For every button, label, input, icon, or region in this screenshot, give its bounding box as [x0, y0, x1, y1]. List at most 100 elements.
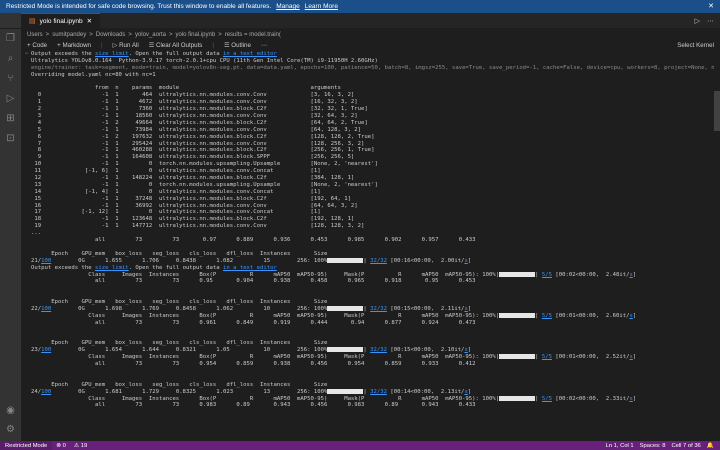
breadcrumb-item[interactable]: Users: [27, 32, 43, 38]
epoch-stats: 0G 1.698 1.769 0.8458 1.062 10 256: 100%: [51, 305, 328, 312]
epoch-stats: 0G 1.654 1.644 0.8321 1.05 10 256: 100%: [51, 347, 328, 354]
model-layer-row: 5 -1 1 73984 ultralytics.nn.modules.conv…: [31, 126, 362, 133]
model-layer-row: 14 [-1, 4] 1 0 ultralytics.nn.modules.co…: [31, 188, 321, 195]
clear-outputs-button[interactable]: ☰ Clear All Outputs: [149, 42, 203, 49]
validation-header: Class Images Instances Box(P R mAP50 mAP…: [31, 271, 637, 278]
open-in-editor-link[interactable]: in a text editor: [223, 265, 277, 271]
epoch-total-link[interactable]: 100: [41, 389, 51, 395]
iterations-link[interactable]: 32/32: [370, 306, 387, 312]
breadcrumb-separator: >: [218, 31, 222, 38]
unit-link[interactable]: s: [464, 306, 467, 312]
epoch-total-link[interactable]: 100: [41, 258, 51, 264]
progress-bar: [499, 312, 536, 318]
bell-icon[interactable]: 🔔: [707, 443, 714, 449]
val-time: [00:02<00:00, 2.33it/: [551, 395, 630, 402]
val-time: [00:01<00:00, 2.52it/: [551, 354, 630, 361]
model-layer-row: 12 -1 1 148224 ultralytics.nn.modules.bl…: [31, 175, 355, 182]
size-limit-link[interactable]: size limit: [95, 265, 129, 271]
epoch-header: Epoch GPU_mem box_loss seg_loss cls_loss…: [31, 299, 328, 306]
validation-all-row: all 73 73 0.983 0.89 0.943 0.456 0.983 0…: [31, 402, 476, 409]
validation-all-row: all 73 73 0.95 0.904 0.938 0.458 0.965 0…: [31, 278, 476, 285]
activity-bar: ❐ ⌕ ⑂ ▷ ⊞ ⊡ ◉ ⚙: [0, 29, 21, 441]
epoch-progress-row: 24/100 0G 1.681 1.729 0.8325 1.023 13 25…: [31, 388, 472, 395]
unit-link[interactable]: s: [629, 272, 632, 278]
open-in-editor-link[interactable]: in a text editor: [223, 51, 277, 57]
epoch-total-link[interactable]: 100: [41, 306, 51, 312]
iterations-link[interactable]: 32/32: [370, 389, 387, 395]
more-icon[interactable]: ⋯: [707, 17, 714, 25]
model-layer-row: 17 [-1, 12] 1 0 ultralytics.nn.modules.c…: [31, 209, 321, 216]
notebook-icon: ▤: [29, 18, 36, 25]
errors-count[interactable]: ⊗ 0: [52, 443, 70, 449]
val-iterations-link[interactable]: 5/5: [542, 313, 552, 319]
unit-link[interactable]: s: [464, 258, 467, 264]
breadcrumb-item[interactable]: Downloads: [96, 32, 126, 38]
indentation[interactable]: Spaces: 8: [640, 443, 666, 449]
model-layer-row: 1 -1 1 4672 ultralytics.nn.modules.conv.…: [31, 99, 358, 106]
epoch-total-link[interactable]: 100: [41, 347, 51, 353]
collapse-icon[interactable]: ⋯: [25, 51, 28, 58]
breadcrumb-separator: >: [168, 31, 173, 38]
val-iterations-link[interactable]: 5/5: [542, 272, 552, 278]
run-all-button[interactable]: ▷ Run All: [113, 42, 139, 49]
output-scrollbar[interactable]: [714, 51, 720, 441]
editor-tab-bar: ▤ yolo final.ipynb ✕ ▷ ⋯: [0, 13, 720, 29]
close-icon[interactable]: ✕: [708, 2, 714, 10]
epoch-header: Epoch GPU_mem box_loss seg_loss cls_loss…: [31, 381, 328, 388]
close-icon[interactable]: ✕: [87, 17, 92, 25]
search-icon[interactable]: ⌕: [8, 53, 14, 64]
unit-link[interactable]: s: [464, 347, 467, 353]
iterations-link[interactable]: 32/32: [370, 258, 387, 264]
breadcrumb: Users > sumitpandey > Downloads > yolov_aor…: [21, 29, 720, 40]
breadcrumb-item[interactable]: yolov_aorta: [135, 32, 166, 38]
unit-link[interactable]: s: [629, 354, 632, 360]
source-control-icon[interactable]: ⑂: [8, 73, 14, 84]
add-code-button[interactable]: + Code: [27, 42, 47, 49]
unit-link[interactable]: s: [464, 389, 467, 395]
model-layer-row: 19 -1 1 147712 ultralytics.nn.modules.co…: [31, 223, 365, 230]
run-icon[interactable]: ▷: [695, 17, 700, 25]
model-layer-row: 2 -1 1 7360 ultralytics.nn.modules.block…: [31, 106, 368, 113]
run-debug-icon[interactable]: ▷: [7, 93, 15, 104]
breadcrumb-item[interactable]: results = model.train(: [225, 32, 281, 38]
breadcrumb-item[interactable]: sumitpandey: [52, 32, 86, 38]
scrollbar-thumb[interactable]: [714, 91, 720, 131]
cell-indicator[interactable]: Cell 7 of 36: [671, 443, 700, 449]
tab-yolo-final[interactable]: ▤ yolo final.ipynb ✕: [21, 13, 101, 28]
extensions-icon[interactable]: ⊞: [6, 113, 14, 124]
progress-bar: [499, 271, 536, 277]
gear-icon[interactable]: ⚙: [6, 424, 15, 435]
explorer-icon[interactable]: ❐: [6, 33, 15, 44]
breadcrumb-separator: >: [128, 31, 132, 38]
breadcrumb-item[interactable]: yolo final.ipynb: [175, 32, 215, 38]
learn-more-link[interactable]: Learn More: [305, 3, 338, 10]
val-iterations-link[interactable]: 5/5: [542, 354, 552, 360]
unit-link[interactable]: s: [629, 313, 632, 319]
epoch-time: [00:15<00:00, 2.10it/: [386, 347, 465, 354]
model-layer-row: 18 -1 1 123648 ultralytics.nn.modules.bl…: [31, 216, 355, 223]
size-limit-link[interactable]: size limit: [95, 51, 129, 57]
iterations-link[interactable]: 32/32: [370, 347, 387, 353]
remote-icon[interactable]: ⊡: [6, 133, 14, 144]
progress-bar: [327, 305, 364, 311]
model-layer-row: 13 -1 1 0 torch.nn.modules.upsampling.Up…: [31, 181, 378, 188]
outline-button[interactable]: ☰ Outline: [224, 42, 251, 49]
select-kernel-button[interactable]: Select Kernel: [677, 42, 720, 49]
size-limit-notice: Output exceeds the size limit. Open the …: [31, 51, 277, 57]
warnings-count[interactable]: ⚠ 19: [70, 443, 91, 449]
unit-link[interactable]: s: [629, 396, 632, 402]
more-icon[interactable]: ⋯: [261, 42, 267, 49]
add-markdown-button[interactable]: + Markdown: [57, 42, 91, 49]
epoch-number: 21/: [31, 257, 42, 264]
model-layer-row: 3 -1 1 18560 ultralytics.nn.modules.conv…: [31, 113, 358, 120]
validation-all-row: all 73 73 0.954 0.859 0.938 0.456 0.954 …: [31, 361, 476, 368]
progress-bar: [499, 395, 536, 401]
manage-link[interactable]: Manage: [276, 3, 300, 10]
model-layer-row: 9 -1 1 164608 ultralytics.nn.modules.blo…: [31, 154, 355, 161]
model-layer-row: 7 -1 1 295424 ultralytics.nn.modules.con…: [31, 140, 365, 147]
cursor-position[interactable]: Ln 1, Col 1: [606, 443, 634, 449]
restricted-mode-status[interactable]: Restricted Mode: [0, 441, 53, 450]
val-iterations-link[interactable]: 5/5: [542, 396, 552, 402]
tab-label: yolo final.ipynb: [39, 17, 83, 25]
account-icon[interactable]: ◉: [6, 405, 15, 416]
